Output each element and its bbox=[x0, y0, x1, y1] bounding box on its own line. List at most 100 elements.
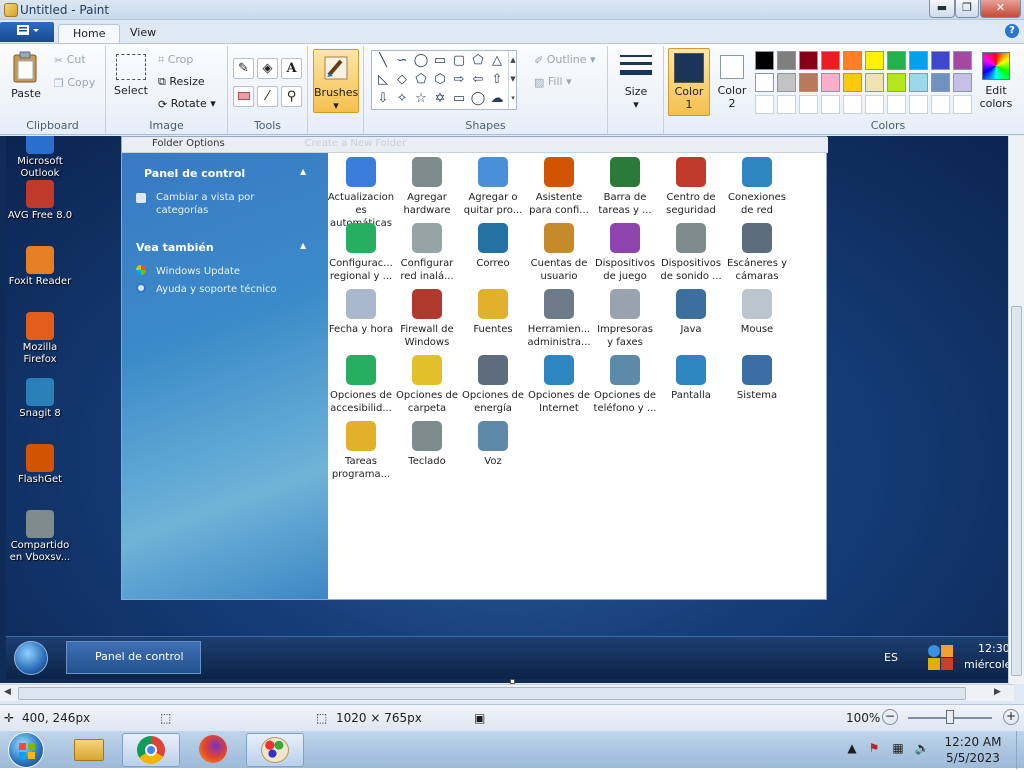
taskbar-chrome[interactable] bbox=[122, 733, 180, 767]
crop-button[interactable]: ⌗ Crop bbox=[158, 53, 193, 67]
palette-swatch[interactable] bbox=[953, 95, 972, 114]
palette-swatch[interactable] bbox=[865, 73, 884, 92]
tab-view[interactable]: View bbox=[116, 24, 170, 44]
palette-swatch[interactable] bbox=[843, 73, 862, 92]
palette-swatch[interactable] bbox=[843, 51, 862, 70]
taskbar-firefox[interactable] bbox=[184, 733, 242, 767]
right-triangle-shape-icon[interactable]: ◺ bbox=[374, 71, 392, 89]
palette-swatch[interactable] bbox=[865, 51, 884, 70]
vertical-scrollbar[interactable] bbox=[1008, 136, 1024, 684]
windows-update-link[interactable]: Windows Update bbox=[156, 265, 240, 278]
palette-swatch[interactable] bbox=[755, 95, 774, 114]
right-arrow-shape-icon[interactable]: ⇨ bbox=[450, 71, 468, 89]
rotate-button[interactable]: ⟳ Rotate ▾ bbox=[158, 97, 216, 111]
cut-button[interactable]: ✂ Cut bbox=[54, 53, 86, 67]
show-hidden-icons[interactable]: ▲ bbox=[844, 741, 860, 757]
cloud-callout-shape-icon[interactable]: ☁ bbox=[488, 90, 506, 108]
category-view-link[interactable]: Cambiar a vista por categorías bbox=[156, 191, 254, 217]
palette-swatch[interactable] bbox=[909, 95, 928, 114]
color1-button[interactable]: Color 1 bbox=[668, 48, 710, 116]
scroll-right-icon[interactable]: ▶ bbox=[994, 687, 1001, 697]
palette-swatch[interactable] bbox=[909, 51, 928, 70]
resize-button[interactable]: ⧉ Resize bbox=[158, 75, 205, 89]
help-icon[interactable]: ? bbox=[1005, 24, 1019, 38]
palette-swatch[interactable] bbox=[777, 51, 796, 70]
horizontal-scroll-thumb[interactable] bbox=[18, 687, 966, 700]
palette-swatch[interactable] bbox=[909, 73, 928, 92]
six-point-star-shape-icon[interactable]: ✡ bbox=[431, 90, 449, 108]
palette-swatch[interactable] bbox=[755, 51, 774, 70]
left-arrow-shape-icon[interactable]: ⇦ bbox=[469, 71, 487, 89]
system-clock[interactable]: 12:20 AM 5/5/2023 bbox=[935, 734, 1011, 766]
palette-swatch[interactable] bbox=[799, 95, 818, 114]
close-button[interactable]: ✕ bbox=[980, 0, 1021, 18]
palette-swatch[interactable] bbox=[953, 73, 972, 92]
zoom-out-button[interactable]: − bbox=[882, 709, 898, 725]
palette-swatch[interactable] bbox=[887, 95, 906, 114]
oval-shape-icon[interactable]: ◯ bbox=[412, 52, 430, 70]
palette-swatch[interactable] bbox=[931, 95, 950, 114]
action-center-flag-icon[interactable]: ⚑ bbox=[866, 741, 882, 757]
palette-swatch[interactable] bbox=[887, 51, 906, 70]
palette-swatch[interactable] bbox=[821, 51, 840, 70]
eraser-icon[interactable] bbox=[233, 86, 254, 107]
volume-icon[interactable]: 🔈 bbox=[914, 741, 930, 757]
four-point-star-shape-icon[interactable]: ✧ bbox=[393, 90, 411, 108]
fill-bucket-icon[interactable]: ◈ bbox=[257, 58, 278, 79]
tab-home[interactable]: Home bbox=[58, 24, 121, 44]
collapse-icon[interactable]: ▲ bbox=[300, 167, 306, 176]
select-button[interactable]: Select bbox=[112, 54, 150, 97]
pencil-icon[interactable]: ✎ bbox=[233, 58, 254, 79]
pentagon-shape-icon[interactable]: ⬠ bbox=[412, 71, 430, 89]
paste-button[interactable]: Paste bbox=[6, 50, 46, 100]
rectangle-shape-icon[interactable]: ▭ bbox=[431, 52, 449, 70]
curve-shape-icon[interactable]: ∽ bbox=[393, 52, 411, 70]
brushes-button[interactable]: Brushes ▾ bbox=[313, 49, 359, 113]
palette-swatch[interactable] bbox=[887, 73, 906, 92]
line-shape-icon[interactable]: ╲ bbox=[374, 52, 392, 70]
triangle-shape-icon[interactable]: △ bbox=[488, 52, 506, 70]
size-button[interactable]: Size ▾ bbox=[614, 52, 658, 111]
palette-swatch[interactable] bbox=[931, 73, 950, 92]
taskbar-paint[interactable] bbox=[246, 733, 304, 767]
palette-swatch[interactable] bbox=[931, 51, 950, 70]
palette-swatch[interactable] bbox=[799, 51, 818, 70]
horizontal-scrollbar[interactable]: ◀ ▶ bbox=[0, 684, 1014, 701]
palette-swatch[interactable] bbox=[777, 95, 796, 114]
text-tool-icon[interactable]: A bbox=[281, 58, 302, 79]
palette-swatch[interactable] bbox=[821, 73, 840, 92]
palette-swatch[interactable] bbox=[821, 95, 840, 114]
polygon-shape-icon[interactable]: ⬠ bbox=[469, 52, 487, 70]
start-button[interactable] bbox=[8, 732, 44, 768]
vertical-scroll-thumb[interactable] bbox=[1011, 306, 1022, 676]
network-icon[interactable]: ▦ bbox=[890, 741, 906, 757]
maximize-button[interactable]: ❐ bbox=[955, 0, 979, 18]
rounded-rectangle-shape-icon[interactable]: ▢ bbox=[450, 52, 468, 70]
outline-dropdown[interactable]: ✐ Outline ▾ bbox=[534, 53, 596, 67]
palette-swatch[interactable] bbox=[799, 73, 818, 92]
zoom-in-button[interactable]: + bbox=[1003, 709, 1019, 725]
hexagon-shape-icon[interactable]: ⬡ bbox=[431, 71, 449, 89]
oval-callout-shape-icon[interactable]: ◯ bbox=[469, 90, 487, 108]
help-support-link[interactable]: Ayuda y soporte técnico bbox=[156, 283, 277, 296]
zoom-slider-thumb[interactable] bbox=[946, 710, 954, 724]
five-point-star-shape-icon[interactable]: ☆ bbox=[412, 90, 430, 108]
up-arrow-shape-icon[interactable]: ⇧ bbox=[488, 71, 506, 89]
taskbar-explorer[interactable] bbox=[60, 733, 118, 767]
palette-swatch[interactable] bbox=[865, 95, 884, 114]
palette-swatch[interactable] bbox=[843, 95, 862, 114]
rounded-callout-shape-icon[interactable]: ▭ bbox=[450, 90, 468, 108]
diamond-shape-icon[interactable]: ◇ bbox=[393, 71, 411, 89]
magnifier-icon[interactable]: ⚲ bbox=[281, 86, 302, 107]
palette-swatch[interactable] bbox=[777, 73, 796, 92]
shapes-scroll[interactable]: ▲ ▼ ▾ bbox=[508, 51, 517, 109]
show-desktop-button[interactable] bbox=[1016, 731, 1024, 769]
copy-button[interactable]: ❐ Copy bbox=[54, 76, 95, 90]
palette-swatch[interactable] bbox=[755, 73, 774, 92]
down-arrow-shape-icon[interactable]: ⇩ bbox=[374, 90, 392, 108]
edit-colors-button[interactable]: Edit colors bbox=[976, 52, 1016, 110]
file-menu-button[interactable] bbox=[0, 22, 54, 42]
fill-dropdown[interactable]: ▨ Fill ▾ bbox=[534, 75, 572, 89]
collapse-icon-2[interactable]: ▲ bbox=[300, 241, 306, 250]
scroll-left-icon[interactable]: ◀ bbox=[4, 687, 11, 697]
